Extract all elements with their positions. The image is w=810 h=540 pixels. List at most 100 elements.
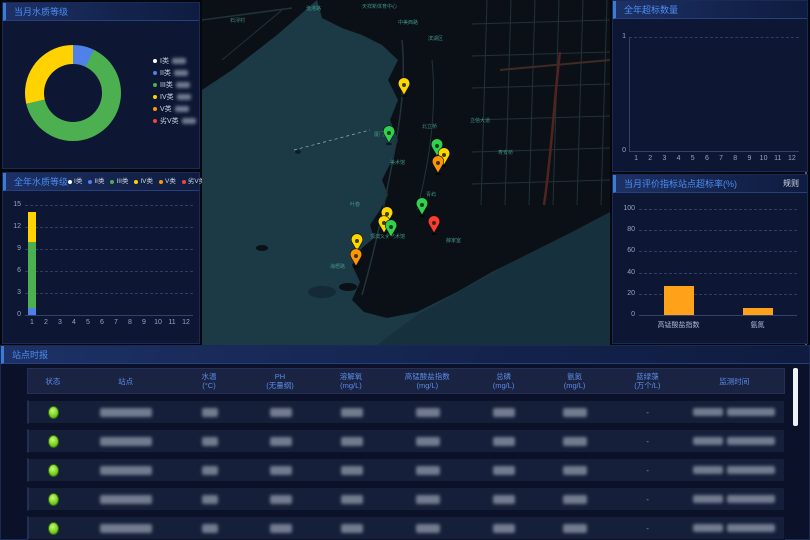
table-cell xyxy=(685,495,784,503)
pin-dot xyxy=(354,254,358,258)
legend-dot xyxy=(153,95,157,99)
legend-item[interactable]: III类 xyxy=(153,79,196,91)
redacted-value xyxy=(493,466,515,475)
legend-item[interactable]: I类 xyxy=(68,173,82,191)
legend-dot xyxy=(182,180,186,184)
legend-item[interactable]: V类 xyxy=(153,103,196,115)
redacted-station-name xyxy=(100,524,152,533)
legend-item-label: I类 xyxy=(160,56,169,66)
legend-item[interactable]: II类 xyxy=(88,173,104,191)
column-header[interactable]: 氨氮(mg/L) xyxy=(539,372,610,390)
y-tick: 15 xyxy=(7,201,21,208)
legend-dot xyxy=(110,180,114,184)
table-cell xyxy=(29,435,79,448)
stacked-bar-segment[interactable] xyxy=(28,242,36,308)
map[interactable]: 石浔村渔港路天祥新体育中心中美西路滨湖区厦门大学北立桥立信大道寿安桥美术馆叶春青… xyxy=(202,0,610,345)
rules-link[interactable]: 规则 xyxy=(783,175,799,193)
column-unit: (mg/L) xyxy=(468,381,539,390)
column-header[interactable]: 溶解氧(mg/L) xyxy=(315,372,386,390)
y-tick: 0 xyxy=(7,311,21,318)
column-name: 蓝绿藻 xyxy=(610,372,685,381)
legend-item[interactable]: III类 xyxy=(110,173,128,191)
table-row[interactable]: - xyxy=(27,487,785,511)
legend-item[interactable]: I类 xyxy=(153,55,196,67)
legend-item[interactable]: IV类 xyxy=(153,91,196,103)
y-tick: 40 xyxy=(615,269,635,276)
status-indicator xyxy=(48,435,59,448)
legend-item[interactable]: IV类 xyxy=(134,173,153,191)
x-tick: 1 xyxy=(25,319,39,326)
legend-item[interactable]: 劣V类 xyxy=(153,115,196,127)
redacted-value xyxy=(493,495,515,504)
stacked-bar-segment[interactable] xyxy=(28,308,36,315)
table-cell: - xyxy=(610,524,684,533)
panel-title: 当月评价指标站点超标率(%) xyxy=(624,175,737,193)
panel-title: 全年水质等级 xyxy=(14,173,68,191)
legend-dot xyxy=(153,71,157,75)
map-island xyxy=(295,150,301,154)
column-header[interactable]: 站点 xyxy=(78,377,174,386)
map-place-label: 海梧路 xyxy=(330,263,345,270)
stacked-bar-segment[interactable] xyxy=(28,212,36,241)
column-unit: (mg/L) xyxy=(386,381,468,390)
legend-item-label: 劣V类 xyxy=(160,116,179,126)
table-cell xyxy=(316,408,387,417)
column-header[interactable]: PH(无量纲) xyxy=(245,372,316,390)
table-row[interactable]: - xyxy=(27,400,785,424)
table-row[interactable]: - xyxy=(27,516,785,540)
legend-dot xyxy=(68,180,72,184)
redacted-value xyxy=(416,495,440,504)
pin-dot xyxy=(442,153,446,157)
legend-item[interactable]: II类 xyxy=(153,67,196,79)
y-tick: 80 xyxy=(615,226,635,233)
map-island xyxy=(339,283,357,291)
redacted-value xyxy=(341,408,363,417)
legend-item[interactable]: V类 xyxy=(159,173,176,191)
redacted-station-name xyxy=(100,437,152,446)
panel-month-rate: 当月评价指标站点超标率(%) 规则 020406080100高锰酸盐指数氨氮 xyxy=(612,174,808,344)
map-canvas[interactable]: 石浔村渔港路天祥新体育中心中美西路滨湖区厦门大学北立桥立信大道寿安桥美术馆叶春青… xyxy=(202,0,610,345)
column-header[interactable]: 状态 xyxy=(28,377,78,386)
column-name: 高锰酸盐指数 xyxy=(386,372,468,381)
pin-dot xyxy=(385,212,389,216)
redacted-value xyxy=(493,524,515,533)
table-row[interactable]: - xyxy=(27,458,785,482)
redacted-date xyxy=(693,437,723,445)
redacted-time xyxy=(727,495,775,503)
column-header[interactable]: 高锰酸盐指数(mg/L) xyxy=(386,372,468,390)
x-tick: 8 xyxy=(728,155,742,162)
redacted-value xyxy=(270,524,292,533)
status-indicator xyxy=(48,522,59,535)
gridline xyxy=(25,249,193,250)
column-header[interactable]: 总磷(mg/L) xyxy=(468,372,539,390)
y-tick: 6 xyxy=(7,267,21,274)
table-cell xyxy=(29,406,79,419)
column-header[interactable]: 蓝绿藻(万个/L) xyxy=(610,372,685,390)
redacted-value xyxy=(563,437,587,446)
table-cell xyxy=(29,493,79,506)
rate-bar[interactable] xyxy=(743,308,773,315)
legend-item-label: IV类 xyxy=(160,92,174,102)
column-header[interactable]: 水温(°C) xyxy=(174,372,245,390)
table-cell xyxy=(174,524,245,533)
table-scrollbar-thumb[interactable] xyxy=(793,368,798,426)
redacted-value xyxy=(177,94,191,100)
x-tick: 3 xyxy=(657,155,671,162)
rate-bar[interactable] xyxy=(664,286,694,315)
column-name: 溶解氧 xyxy=(315,372,386,381)
redacted-value xyxy=(341,524,363,533)
redacted-value xyxy=(563,408,587,417)
redacted-value xyxy=(202,495,218,504)
redacted-station-name xyxy=(100,408,152,417)
water-quality-dashboard: 当月水质等级 I类II类III类IV类V类劣V类 全年水质等级 I类II类III… xyxy=(0,0,810,540)
table-cell xyxy=(387,437,469,446)
x-tick: 4 xyxy=(672,155,686,162)
annual-grade-legend: I类II类III类IV类V类劣V类 xyxy=(68,173,205,191)
legend-dot xyxy=(153,107,157,111)
gridline xyxy=(639,230,797,231)
table-cell xyxy=(79,437,175,446)
pin-dot xyxy=(389,225,393,229)
algae-value: - xyxy=(646,524,649,533)
column-header[interactable]: 监测时间 xyxy=(685,377,784,386)
table-row[interactable]: - xyxy=(27,429,785,453)
